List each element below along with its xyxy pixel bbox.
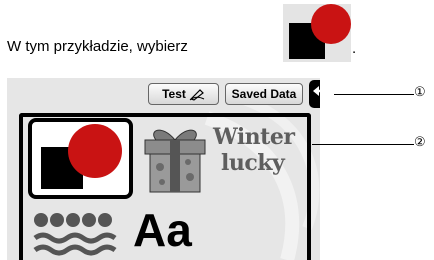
callout-line-2 — [312, 144, 414, 145]
callout-2: ② — [414, 134, 426, 149]
pattern-waves[interactable] — [33, 210, 121, 256]
instruction-end: . — [352, 40, 357, 57]
test-cut-icon — [189, 89, 205, 101]
test-button[interactable]: Test — [148, 83, 219, 105]
pattern-square-circle[interactable] — [27, 117, 134, 200]
back-arrow-icon — [313, 86, 320, 96]
pattern-selection-screen: Test Saved Data Winter lucky Aa — [7, 78, 320, 260]
pattern-letters-aa[interactable]: Aa — [133, 202, 223, 258]
pattern-winter-lucky[interactable]: Winter lucky — [213, 124, 303, 194]
callout-1: ① — [414, 84, 426, 99]
back-button[interactable] — [309, 80, 320, 108]
instruction-text: W tym przykładzie, wybierz — [7, 38, 188, 55]
waves-icon — [33, 213, 117, 256]
selected-pattern-icon — [283, 4, 351, 62]
square-circle-icon — [28, 118, 133, 199]
pattern-gift-box[interactable] — [140, 122, 210, 197]
callout-line-1 — [334, 94, 414, 95]
gift-box-icon — [144, 129, 206, 193]
saved-data-button[interactable]: Saved Data — [225, 83, 303, 105]
